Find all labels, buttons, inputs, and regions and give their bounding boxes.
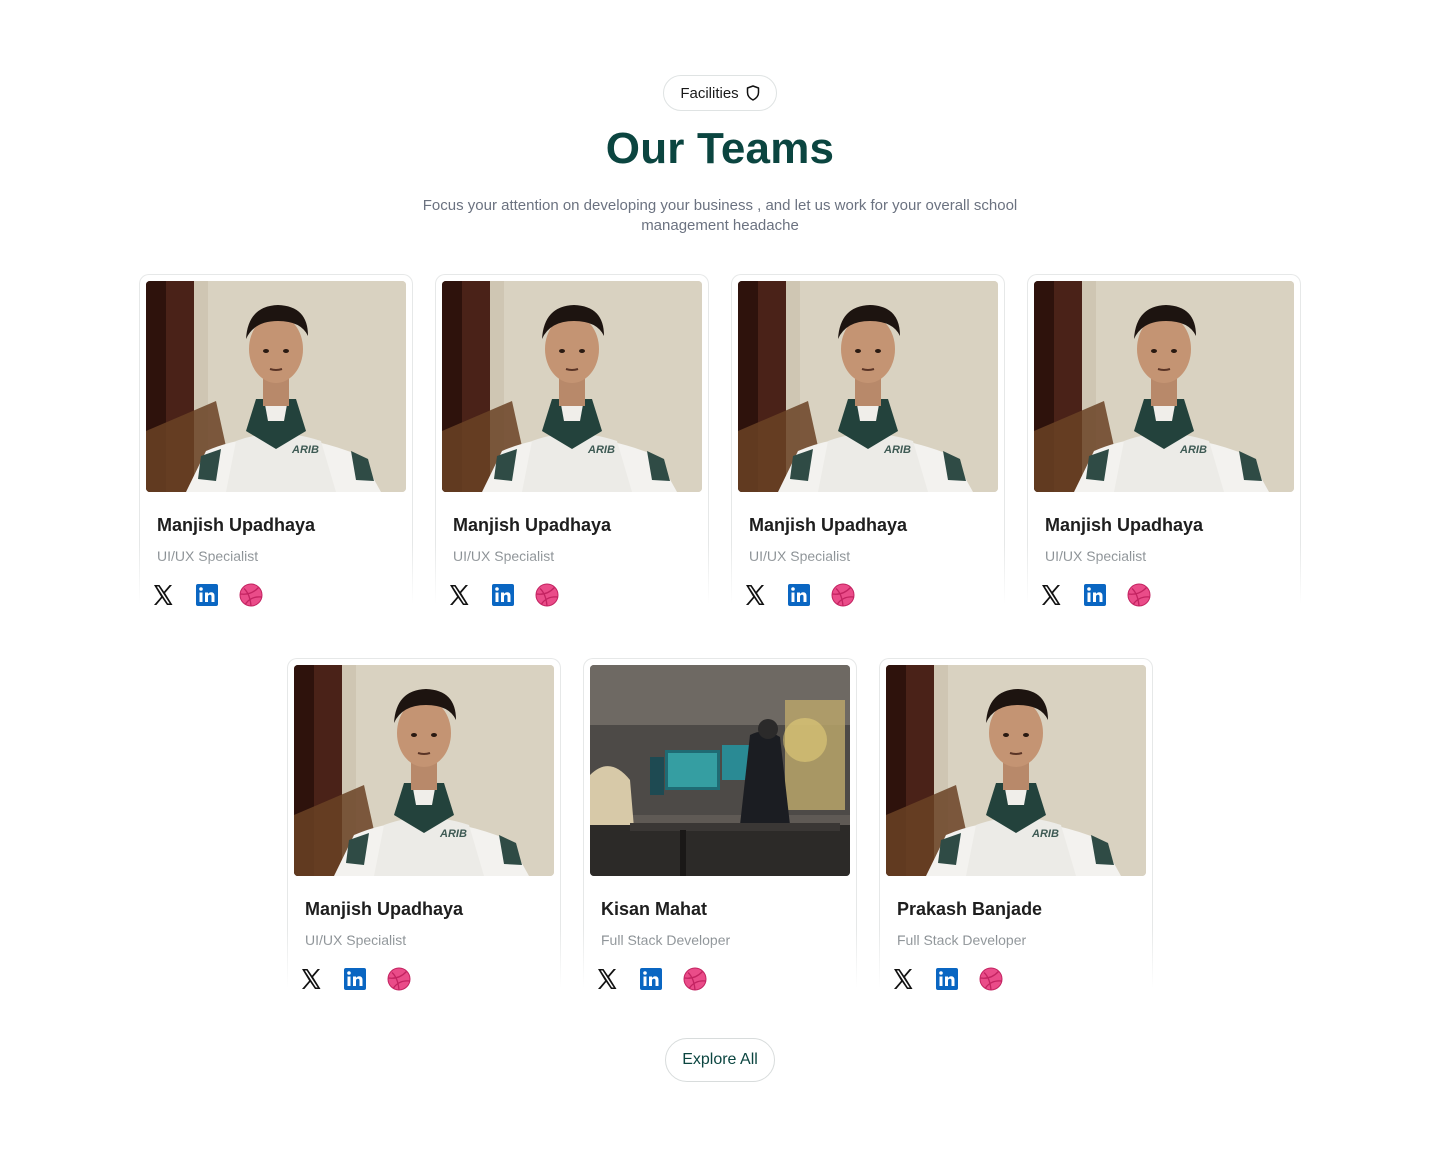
team-card: ARIB Manjish Upadhaya UI/UX Specialist [1027, 274, 1301, 607]
dribbble-icon[interactable] [979, 967, 1003, 991]
svg-text:ARIB: ARIB [1031, 828, 1059, 840]
svg-text:ARIB: ARIB [439, 828, 467, 840]
dribbble-icon[interactable] [683, 967, 707, 991]
x-icon[interactable] [299, 967, 323, 991]
team-member-photo: ARIB [146, 281, 406, 492]
linkedin-icon[interactable] [343, 967, 367, 991]
team-card: ARIB Manjish Upadhaya UI/UX Specialist [731, 274, 1005, 607]
team-member-role: Full Stack Developer [897, 932, 1027, 948]
dribbble-icon[interactable] [239, 583, 263, 607]
linkedin-icon[interactable] [639, 967, 663, 991]
x-icon[interactable] [595, 967, 619, 991]
badge-label: Facilities [680, 84, 739, 102]
section-badge: Facilities [663, 75, 777, 111]
svg-text:ARIB: ARIB [291, 444, 319, 456]
team-member-name: Manjish Upadhaya [305, 899, 464, 919]
x-icon[interactable] [891, 967, 915, 991]
team-member-name: Manjish Upadhaya [1045, 515, 1204, 535]
team-member-photo: ARIB [738, 281, 998, 492]
svg-text:ARIB: ARIB [883, 444, 911, 456]
social-links [743, 583, 855, 607]
team-member-photo: ARIB [1034, 281, 1294, 492]
dribbble-icon[interactable] [535, 583, 559, 607]
social-links [595, 967, 707, 991]
team-member-role: UI/UX Specialist [157, 548, 259, 564]
team-member-photo: ARIB [442, 281, 702, 492]
dribbble-icon[interactable] [1127, 583, 1151, 607]
social-links [1039, 583, 1151, 607]
social-links [891, 967, 1003, 991]
x-icon[interactable] [1039, 583, 1063, 607]
explore-all-button[interactable]: Explore All [665, 1038, 775, 1082]
team-member-name: Manjish Upadhaya [453, 515, 612, 535]
social-links [447, 583, 559, 607]
x-icon[interactable] [151, 583, 175, 607]
team-member-role: UI/UX Specialist [305, 932, 407, 948]
linkedin-icon[interactable] [1083, 583, 1107, 607]
team-card: ARIB Manjish Upadhaya UI/UX Specialist [139, 274, 413, 607]
linkedin-icon[interactable] [491, 583, 515, 607]
social-links [299, 967, 411, 991]
team-card: ARIB Prakash Banjade Full Stack Developer [879, 658, 1153, 991]
dribbble-icon[interactable] [387, 967, 411, 991]
team-member-role: UI/UX Specialist [453, 548, 555, 564]
page-subtitle: Focus your attention on developing your … [422, 197, 1018, 234]
svg-text:ARIB: ARIB [587, 444, 615, 456]
team-card: ARIB Manjish Upadhaya UI/UX Specialist [435, 274, 709, 607]
social-links [151, 583, 263, 607]
svg-text:ARIB: ARIB [1179, 444, 1207, 456]
team-member-role: Full Stack Developer [601, 932, 731, 948]
page-title: Our Teams [605, 124, 835, 173]
team-member-name: Prakash Banjade [897, 899, 1043, 919]
x-icon[interactable] [447, 583, 471, 607]
team-member-photo-workspace [590, 665, 850, 876]
linkedin-icon[interactable] [787, 583, 811, 607]
team-member-photo: ARIB [886, 665, 1146, 876]
team-member-role: UI/UX Specialist [749, 548, 851, 564]
team-card: Kisan Mahat Full Stack Developer [583, 658, 857, 991]
linkedin-icon[interactable] [195, 583, 219, 607]
team-member-role: UI/UX Specialist [1045, 548, 1147, 564]
shield-icon [746, 85, 759, 101]
team-card: ARIB Manjish Upadhaya UI/UX Specialist [287, 658, 561, 991]
team-member-name: Manjish Upadhaya [157, 515, 316, 535]
dribbble-icon[interactable] [831, 583, 855, 607]
team-member-name: Kisan Mahat [601, 899, 708, 919]
linkedin-icon[interactable] [935, 967, 959, 991]
team-member-photo: ARIB [294, 665, 554, 876]
team-member-name: Manjish Upadhaya [749, 515, 908, 535]
x-icon[interactable] [743, 583, 767, 607]
